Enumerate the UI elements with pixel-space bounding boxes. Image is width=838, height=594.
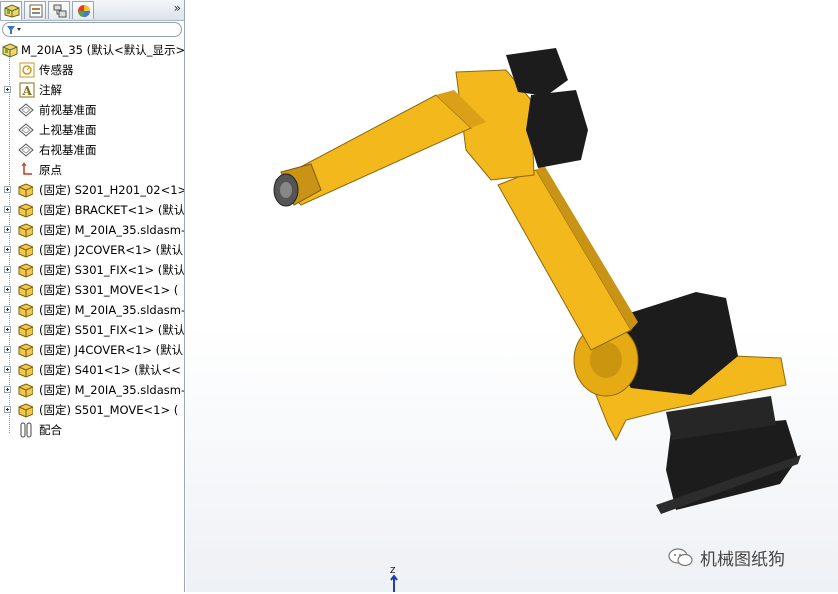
tree-item-label: (固定) BRACKET<1> (默认 (39, 203, 185, 217)
tree-item-label: 原点 (39, 163, 62, 177)
part-icon (18, 283, 33, 298)
expand-toggle[interactable] (4, 186, 11, 193)
svg-text:A: A (22, 84, 33, 98)
robot-arm-model[interactable] (186, 0, 838, 592)
filter-icon (7, 26, 21, 34)
tree-item-label: (固定) S501_FIX<1> (默认 (39, 323, 185, 337)
more-tabs-button[interactable]: » (174, 1, 181, 15)
expand-toggle[interactable] (4, 306, 11, 313)
wechat-icon (668, 548, 693, 567)
part-icon (18, 383, 33, 398)
lower-arm (497, 169, 632, 351)
part-icon (18, 403, 33, 418)
plane-icon (18, 103, 34, 117)
tab-configuration-manager[interactable] (48, 1, 70, 19)
tree-item-label: 配合 (39, 423, 62, 437)
assembly-icon (4, 4, 20, 18)
display-manager-icon (78, 5, 90, 17)
part-icon (18, 243, 33, 258)
watermark-text: 机械图纸狗 (700, 549, 785, 570)
part-icon (18, 183, 33, 198)
j3-motor (526, 90, 588, 168)
flange-center (280, 182, 292, 198)
mates-icon (20, 422, 32, 438)
tree-item-label: (固定) M_20IA_35.sldasm- (39, 223, 185, 237)
tree-item-label: (固定) J4COVER<1> (默认 (39, 343, 184, 357)
plane-icon (18, 143, 34, 157)
plane-icon (18, 123, 34, 137)
part-icon (18, 263, 33, 278)
tab-display-manager[interactable] (72, 1, 94, 19)
watermark: 机械图纸狗 (668, 545, 785, 570)
tree-item-label: (固定) S201_H201_02<1> (39, 183, 185, 197)
sensor-icon (19, 62, 35, 78)
tree-item-label: 传感器 (39, 63, 74, 77)
expand-toggle[interactable] (4, 226, 11, 233)
annotation-icon: A (19, 82, 35, 98)
triad-arrow-icon (390, 574, 398, 592)
origin-icon (21, 162, 32, 175)
part-icon (18, 343, 33, 358)
expand-toggle[interactable] (4, 86, 11, 93)
tree-item-label: 前视基准面 (39, 103, 97, 117)
expand-toggle[interactable] (4, 326, 11, 333)
part-icon (18, 203, 33, 218)
graphics-viewport[interactable]: Z (186, 0, 838, 592)
tree-item-label: (固定) M_20IA_35.sldasm- (39, 383, 185, 397)
tab-property-manager[interactable] (24, 1, 46, 19)
expand-toggle[interactable] (4, 366, 11, 373)
expand-toggle[interactable] (4, 386, 11, 393)
expand-toggle[interactable] (4, 346, 11, 353)
tree-item-label: 上视基准面 (39, 123, 97, 137)
assembly-icon (2, 43, 18, 58)
configuration-icon (53, 4, 67, 18)
tree-item-label: 注解 (39, 83, 62, 97)
feature-manager-panel: » M_20IA_35 (默认<默认_显示> 传感器 A 注解 前视基准面 上视… (0, 0, 185, 592)
panel-tabs: » (0, 0, 184, 21)
tree-root-label: M_20IA_35 (默认<默认_显示> (21, 43, 185, 57)
part-icon (18, 303, 33, 318)
expand-toggle[interactable] (4, 266, 11, 273)
expand-toggle[interactable] (4, 206, 11, 213)
expand-toggle[interactable] (4, 406, 11, 413)
tree-item-label: (固定) J2COVER<1> (默认 (39, 243, 184, 257)
coordinate-triad: Z (390, 566, 398, 592)
part-icon (18, 323, 33, 338)
feature-filter[interactable] (2, 22, 182, 37)
expand-toggle[interactable] (4, 246, 11, 253)
tab-feature-manager[interactable] (0, 1, 22, 20)
part-icon (18, 363, 33, 378)
tree-item-label: (固定) S301_MOVE<1> ( (39, 283, 179, 297)
tree-item-label: 右视基准面 (39, 143, 97, 157)
part-icon (18, 223, 33, 238)
tree-item-label: (固定) S301_FIX<1> (默认 (39, 263, 185, 277)
expand-toggle[interactable] (4, 286, 11, 293)
tree-item-label: (固定) M_20IA_35.sldasm- (39, 303, 185, 317)
tree-item-label: (固定) S501_MOVE<1> ( (39, 403, 179, 417)
tree-item-label: (固定) S401<1> (默认<< (39, 363, 181, 377)
property-icon (29, 4, 43, 18)
